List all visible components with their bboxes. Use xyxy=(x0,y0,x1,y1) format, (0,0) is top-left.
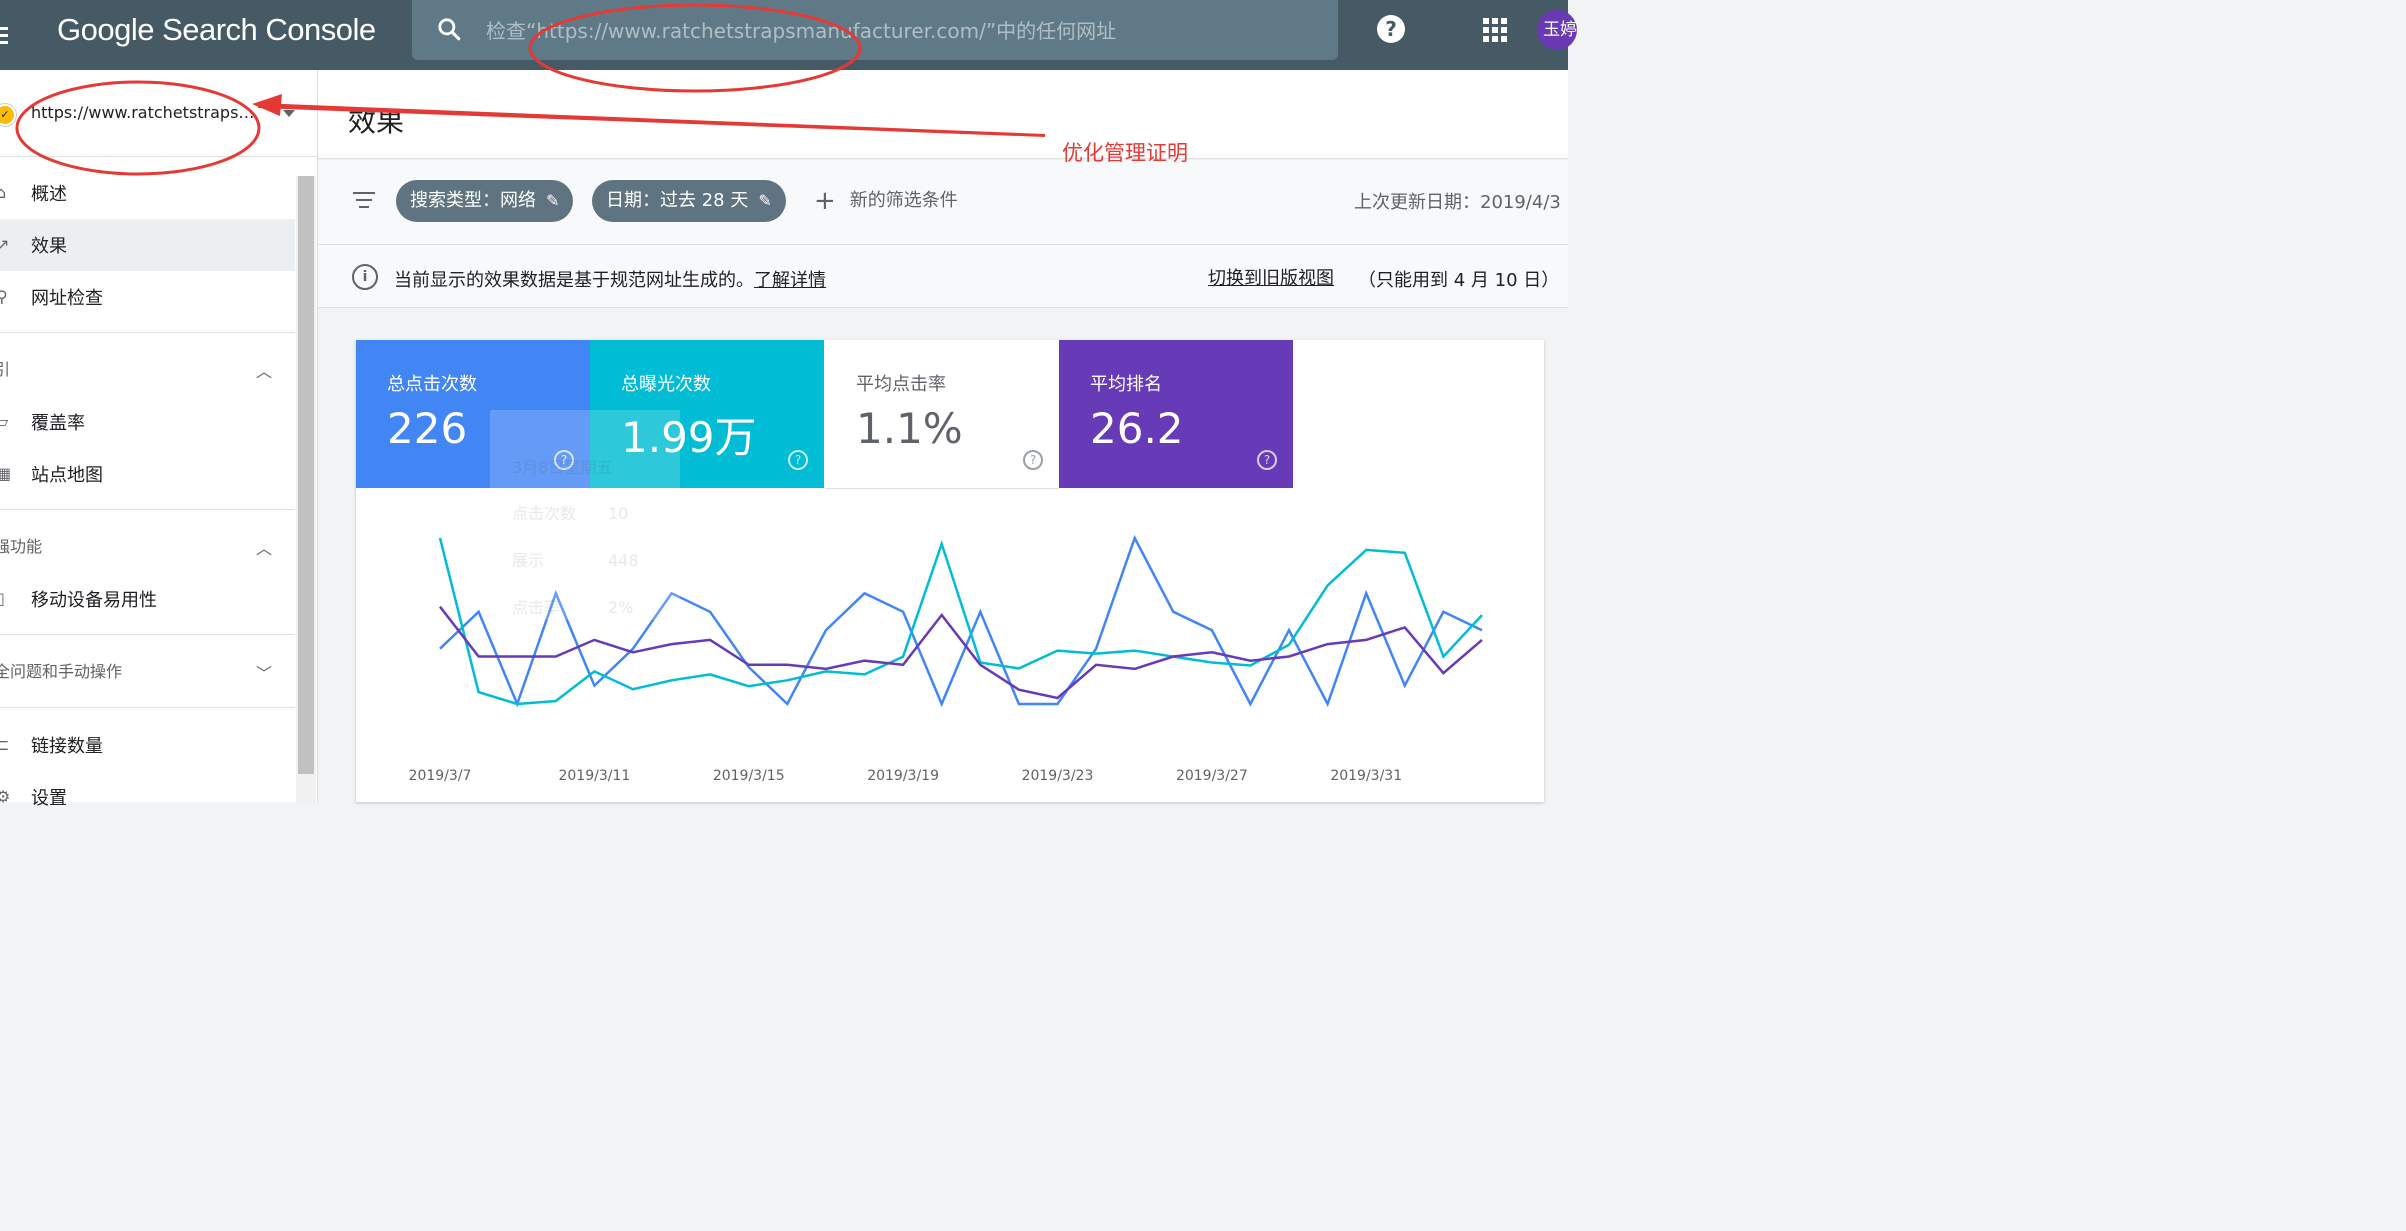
metric-value: 1.1% xyxy=(856,404,963,453)
phone-icon: ▯ xyxy=(0,589,5,608)
filter-icon[interactable] xyxy=(352,192,376,210)
sidebar-item-links[interactable]: ⊏ 链接数量 xyxy=(0,719,295,771)
search-icon[interactable] xyxy=(436,16,462,42)
x-tick-label: 2019/3/7 xyxy=(409,768,472,784)
divider xyxy=(0,634,295,635)
metric-value: 226 xyxy=(387,404,468,453)
coverage-icon: ▱ xyxy=(0,412,9,431)
links-icon: ⊏ xyxy=(0,735,10,754)
metric-value: 26.2 xyxy=(1090,404,1184,453)
divider xyxy=(0,332,295,333)
section-index-header[interactable]: 引 ︿ xyxy=(0,348,295,388)
info-icon: i xyxy=(352,264,378,290)
sidebar-item-performance[interactable]: ↗ 效果 xyxy=(0,219,295,271)
dropdown-caret-icon[interactable] xyxy=(283,110,295,117)
sidebar-item-label: 效果 xyxy=(31,236,67,257)
property-selector[interactable]: ✓ https://www.ratchetstrapsmanufacturer.… xyxy=(0,70,317,157)
metric-average-position[interactable]: 平均排名 26.2 ? xyxy=(1059,340,1293,488)
add-filter-label: 新的筛选条件 xyxy=(849,190,958,211)
metric-label: 平均排名 xyxy=(1090,374,1162,395)
section-enhancements-header[interactable]: 强功能 ︿ xyxy=(0,525,295,565)
divider xyxy=(0,509,295,510)
chart-tooltip: 3月8日星期五 点击次数 10 展示 448 点击率 2% xyxy=(490,410,680,620)
property-url: https://www.ratchetstrapsmanufacturer.co… xyxy=(31,103,267,122)
page-title: 效果 xyxy=(348,105,405,138)
info-message: 当前显示的效果数据是基于规范网址生成的。 xyxy=(394,270,754,291)
sidebar: ✓ https://www.ratchetstrapsmanufacturer.… xyxy=(0,70,318,809)
annotation-label: 优化管理证明 xyxy=(1062,141,1188,165)
x-tick-label: 2019/3/11 xyxy=(558,768,630,784)
scrollbar-thumb[interactable] xyxy=(298,176,314,774)
sidebar-item-label: 概述 xyxy=(31,184,67,205)
help-icon[interactable]: ? xyxy=(788,450,808,470)
section-title: 全问题和手动操作 xyxy=(0,662,123,681)
sidebar-item-label: 网址检查 xyxy=(31,288,103,309)
sidebar-scrollbar[interactable] xyxy=(296,176,316,802)
filter-chip-date[interactable]: 日期：过去 28 天 ✎ xyxy=(592,180,786,222)
verified-badge-icon: ✓ xyxy=(0,104,16,126)
sidebar-item-mobile-usability[interactable]: ▯ 移动设备易用性 xyxy=(0,573,295,625)
section-title: 强功能 xyxy=(0,537,43,556)
sidebar-item-label: 站点地图 xyxy=(31,465,103,486)
metric-label: 平均点击率 xyxy=(856,374,946,395)
x-tick-label: 2019/3/19 xyxy=(867,768,939,784)
sidebar-item-url-inspection[interactable]: ⚲ 网址检查 xyxy=(0,271,295,323)
sidebar-item-settings[interactable]: ⚙ 设置 xyxy=(0,771,295,823)
tooltip-row: 展示 448 xyxy=(512,551,639,570)
sidebar-item-sitemaps[interactable]: ▦ 站点地图 xyxy=(0,448,295,500)
edit-pencil-icon[interactable]: ✎ xyxy=(758,191,771,210)
account-avatar[interactable]: 玉婷 xyxy=(1537,10,1577,50)
edit-pencil-icon[interactable]: ✎ xyxy=(546,191,559,210)
last-updated: 上次更新日期：2019/4/3 xyxy=(1354,192,1561,213)
metric-label: 总曝光次数 xyxy=(621,374,711,395)
x-tick-label: 2019/3/27 xyxy=(1176,768,1248,784)
page-header: 效果 xyxy=(318,70,1568,159)
search-icon: ⚲ xyxy=(0,287,8,306)
metric-label: 总点击次数 xyxy=(387,374,477,395)
chevron-up-icon[interactable]: ︿ xyxy=(256,358,272,382)
divider xyxy=(0,707,295,708)
legacy-view-note: （只能用到 4 月 10 日） xyxy=(1358,270,1560,291)
help-icon[interactable]: ? xyxy=(1377,15,1405,43)
sidebar-item-overview[interactable]: ⌂ 概述 xyxy=(0,167,295,219)
add-filter-button[interactable]: + 新的筛选条件 xyxy=(814,186,958,216)
metric-average-ctr[interactable]: 平均点击率 1.1% ? xyxy=(825,340,1059,489)
chip-label: 搜索类型：网络 xyxy=(410,190,536,211)
switch-legacy-view-link[interactable]: 切换到旧版视图 xyxy=(1208,264,1334,290)
home-icon: ⌂ xyxy=(0,183,7,202)
chevron-up-icon[interactable]: ︿ xyxy=(256,535,272,559)
tooltip-date: 3月8日星期五 xyxy=(512,458,613,477)
chevron-down-icon[interactable]: ﹀ xyxy=(256,660,272,684)
section-title: 引 xyxy=(0,360,11,379)
sidebar-item-label: 移动设备易用性 xyxy=(31,590,157,611)
sidebar-item-label: 链接数量 xyxy=(31,736,103,757)
top-app-bar: Google Search Console ? 玉婷 xyxy=(0,0,1577,70)
menu-icon[interactable] xyxy=(0,18,12,52)
tooltip-row: 点击次数 10 xyxy=(512,504,629,523)
filter-chip-search-type[interactable]: 搜索类型：网络 ✎ xyxy=(396,180,574,222)
search-input[interactable] xyxy=(484,14,1308,48)
app-logo[interactable]: Google Search Console xyxy=(57,12,376,48)
help-icon[interactable]: ? xyxy=(1023,450,1043,470)
x-tick-label: 2019/3/23 xyxy=(1022,768,1094,784)
tooltip-row: 点击率 2% xyxy=(512,598,634,617)
sidebar-item-label: 设置 xyxy=(31,788,67,809)
sidebar-item-coverage[interactable]: ▱ 覆盖率 xyxy=(0,396,295,448)
sidebar-item-label: 覆盖率 xyxy=(31,413,85,434)
gear-icon: ⚙ xyxy=(0,787,11,806)
help-icon[interactable]: ? xyxy=(1257,450,1277,470)
trending-up-icon: ↗ xyxy=(0,235,10,254)
plus-icon: + xyxy=(814,186,836,216)
filter-bar: 搜索类型：网络 ✎ 日期：过去 28 天 ✎ + 新的筛选条件 上次更新日期：2019… xyxy=(318,160,1568,245)
x-tick-label: 2019/3/31 xyxy=(1330,768,1402,784)
sitemap-icon: ▦ xyxy=(0,464,12,483)
learn-more-link[interactable]: 了解详情 xyxy=(754,270,826,291)
url-inspect-search xyxy=(412,0,1338,60)
apps-grid-icon[interactable] xyxy=(1483,18,1507,42)
x-tick-label: 2019/3/15 xyxy=(713,768,785,784)
section-security-header[interactable]: 全问题和手动操作 ﹀ xyxy=(0,650,295,690)
chip-label: 日期：过去 28 天 xyxy=(606,190,749,211)
info-text: 当前显示的效果数据是基于规范网址生成的。了解详情 xyxy=(394,266,826,292)
info-banner: i 当前显示的效果数据是基于规范网址生成的。了解详情 切换到旧版视图 （只能用到… xyxy=(318,245,1568,308)
